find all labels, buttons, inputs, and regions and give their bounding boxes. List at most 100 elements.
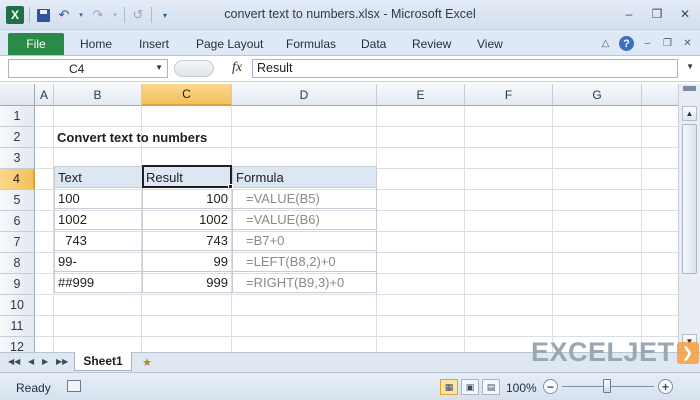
- cell-result[interactable]: 999: [143, 272, 231, 293]
- row-header-7[interactable]: 7: [0, 232, 35, 253]
- row-header-2[interactable]: 2: [0, 127, 35, 148]
- header-cell-formula[interactable]: Formula: [233, 167, 375, 188]
- row-header-5[interactable]: 5: [0, 190, 35, 211]
- page-layout-view-icon[interactable]: ▣: [461, 379, 479, 395]
- row-header-4[interactable]: 4: [0, 169, 35, 190]
- tab-insert[interactable]: Insert: [139, 37, 169, 51]
- chevron-down-icon[interactable]: ▼: [155, 63, 163, 72]
- cell-text[interactable]: 1002: [55, 209, 141, 230]
- gridline: [35, 315, 678, 316]
- row-header-3[interactable]: 3: [0, 148, 35, 169]
- cell-text[interactable]: 100: [55, 188, 141, 209]
- zoom-level[interactable]: 100%: [506, 381, 537, 395]
- split-handle[interactable]: [683, 86, 696, 91]
- column-header-c[interactable]: C: [142, 84, 232, 106]
- cell-result[interactable]: 1002: [143, 209, 231, 230]
- row-header-10[interactable]: 10: [0, 295, 35, 316]
- status-ready: Ready: [16, 381, 51, 395]
- worksheet-grid[interactable]: A B C D E F G 1 2 3 4 5 6 7 8 9 10 11 12…: [0, 84, 678, 352]
- cell-text[interactable]: ##999: [55, 272, 141, 293]
- last-sheet-icon[interactable]: ▶▶: [56, 357, 68, 366]
- window-title: convert text to numbers.xlsx - Microsoft…: [224, 7, 476, 21]
- insert-function-icon[interactable]: fx: [232, 60, 242, 76]
- workbook-minimize-icon[interactable]: –: [641, 37, 654, 50]
- tab-data[interactable]: Data: [361, 37, 386, 51]
- restore-icon[interactable]: ❐: [650, 7, 664, 21]
- logo-mark-icon: ❯: [676, 341, 699, 364]
- cell-formula[interactable]: =B7+0: [243, 230, 375, 251]
- prev-sheet-icon[interactable]: ◀: [28, 357, 34, 366]
- cell-formula[interactable]: =RIGHT(B9,3)+0: [243, 272, 375, 293]
- row-header-9[interactable]: 9: [0, 274, 35, 295]
- gridline: [641, 106, 642, 352]
- tab-formulas[interactable]: Formulas: [286, 37, 336, 51]
- table-border: [376, 166, 377, 293]
- cell-formula[interactable]: =VALUE(B5): [243, 188, 375, 209]
- column-header-d[interactable]: D: [232, 84, 377, 106]
- cell-result[interactable]: 99: [143, 251, 231, 272]
- row-header-12[interactable]: 12: [0, 337, 35, 352]
- row-header-11[interactable]: 11: [0, 316, 35, 337]
- cell-result[interactable]: 743: [143, 230, 231, 251]
- column-header-b[interactable]: B: [54, 84, 142, 106]
- zoom-slider-thumb[interactable]: [603, 379, 611, 393]
- tab-page-layout[interactable]: Page Layout: [196, 37, 263, 51]
- column-header-g[interactable]: G: [553, 84, 642, 106]
- zoom-out-icon[interactable]: −: [543, 379, 558, 394]
- workbook-close-icon[interactable]: ✕: [681, 37, 694, 50]
- column-header-f[interactable]: F: [465, 84, 553, 106]
- first-sheet-icon[interactable]: ◀◀: [8, 357, 20, 366]
- fill-handle[interactable]: [228, 184, 233, 189]
- select-all-button[interactable]: [0, 84, 35, 106]
- minimize-icon[interactable]: –: [622, 7, 636, 21]
- window-controls: – ❐ ✕: [622, 7, 692, 21]
- insert-sheet-icon[interactable]: ★: [138, 355, 156, 369]
- formula-input[interactable]: Result: [252, 59, 678, 78]
- help-icon[interactable]: ?: [619, 36, 634, 51]
- ribbon-tab-bar: File Home Insert Page Layout Formulas Da…: [0, 30, 700, 56]
- scrollbar-thumb[interactable]: [682, 124, 697, 274]
- cell-formula[interactable]: =LEFT(B8,2)+0: [243, 251, 375, 272]
- name-box-value: C4: [69, 62, 85, 76]
- macro-recording-icon[interactable]: [67, 380, 81, 392]
- sheet-heading[interactable]: Convert text to numbers: [57, 127, 207, 148]
- next-sheet-icon[interactable]: ▶: [42, 357, 48, 366]
- zoom-in-icon[interactable]: +: [658, 379, 673, 394]
- status-bar: Ready ▦ ▣ ▤ 100% − +: [0, 372, 700, 400]
- vertical-scrollbar[interactable]: ▲ ▼: [678, 84, 700, 352]
- cell-text[interactable]: 743: [55, 230, 141, 251]
- gridline: [35, 294, 678, 295]
- cell-text[interactable]: 99-: [55, 251, 141, 272]
- active-cell-outline[interactable]: [142, 165, 232, 188]
- row-header-1[interactable]: 1: [0, 106, 35, 127]
- workbook-restore-icon[interactable]: ❐: [661, 37, 674, 50]
- gridline: [552, 106, 553, 352]
- column-header-a[interactable]: A: [35, 84, 54, 106]
- page-break-view-icon[interactable]: ▤: [482, 379, 500, 395]
- ribbon-right-icons: △ ? – ❐ ✕: [599, 36, 694, 51]
- formula-bar-buttons[interactable]: [174, 60, 214, 77]
- row-header-8[interactable]: 8: [0, 253, 35, 274]
- close-icon[interactable]: ✕: [678, 7, 692, 21]
- column-header-partial[interactable]: [642, 84, 678, 106]
- expand-formula-bar-icon[interactable]: ▼: [686, 62, 694, 71]
- minimize-ribbon-icon[interactable]: △: [599, 37, 612, 50]
- cell-result[interactable]: 100: [143, 188, 231, 209]
- scroll-up-icon[interactable]: ▲: [682, 106, 697, 121]
- tab-view[interactable]: View: [477, 37, 503, 51]
- tab-home[interactable]: Home: [80, 37, 112, 51]
- cell-formula[interactable]: =VALUE(B6): [243, 209, 375, 230]
- insert-function-area: fx: [170, 59, 248, 78]
- gridline: [464, 106, 465, 352]
- exceljet-logo: EXCELJET ❯: [531, 337, 699, 368]
- row-header-6[interactable]: 6: [0, 211, 35, 232]
- name-box[interactable]: C4 ▼: [8, 59, 168, 78]
- column-header-e[interactable]: E: [377, 84, 465, 106]
- tab-review[interactable]: Review: [412, 37, 451, 51]
- normal-view-icon[interactable]: ▦: [440, 379, 458, 395]
- view-buttons: ▦ ▣ ▤: [440, 379, 500, 395]
- title-bar: X ↶ ▾ ↷ ▾ ↺ ▾ convert text to numbers.xl…: [0, 0, 700, 30]
- sheet-tab-sheet1[interactable]: Sheet1: [74, 352, 132, 371]
- tab-file[interactable]: File: [8, 33, 64, 55]
- header-cell-text[interactable]: Text: [55, 167, 141, 188]
